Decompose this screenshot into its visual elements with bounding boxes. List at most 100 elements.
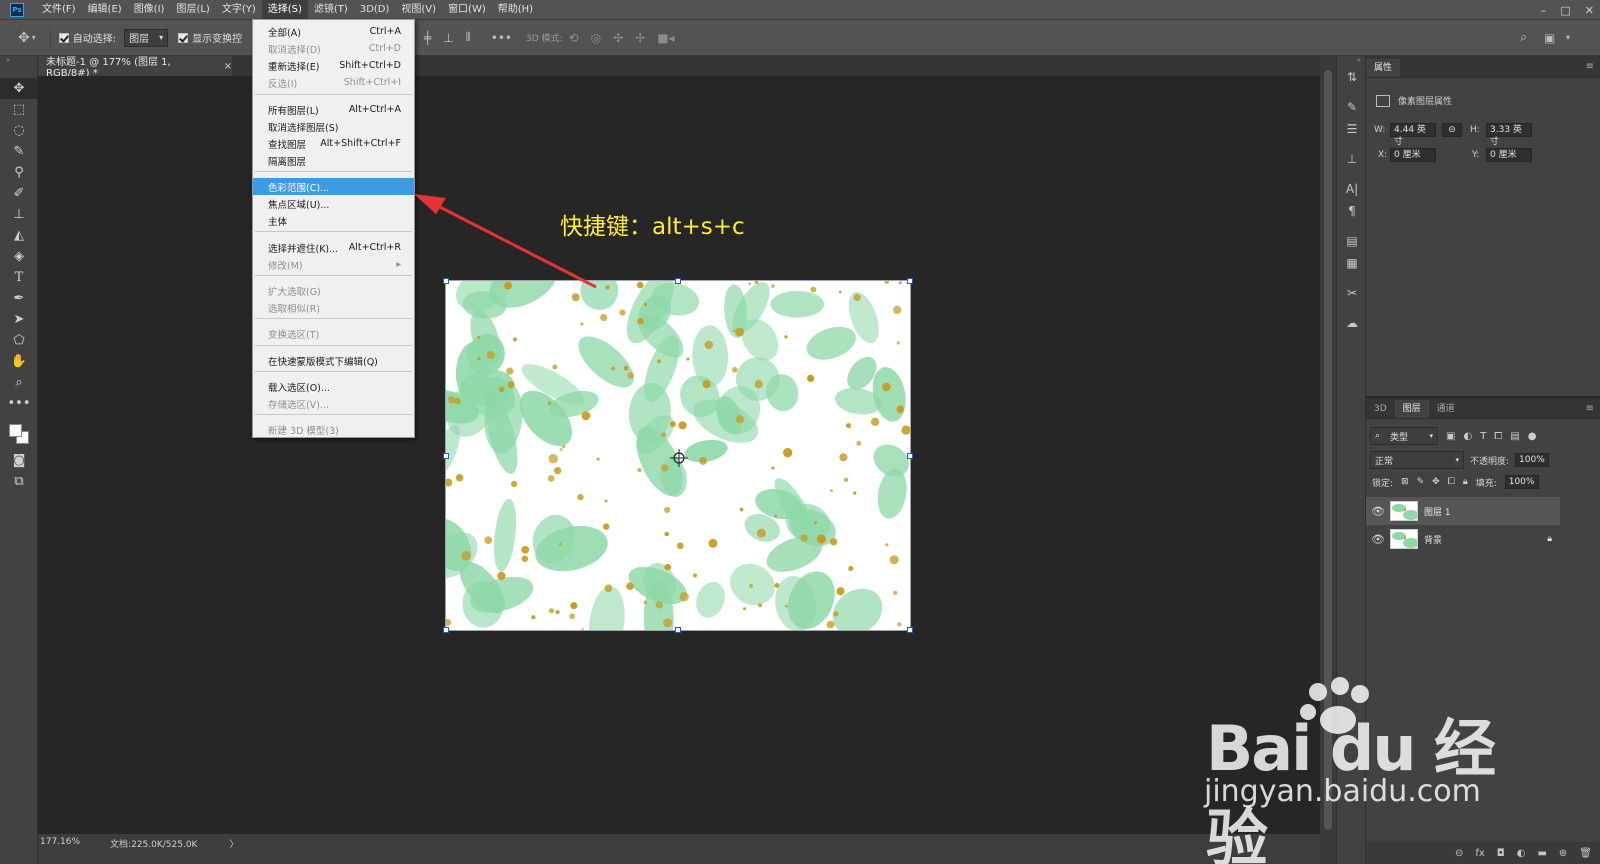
more-options-icon[interactable]: •••: [491, 31, 512, 45]
foreground-color[interactable]: [9, 424, 22, 437]
type-tool-icon[interactable]: T: [0, 267, 38, 288]
menu-item-19[interactable]: 新建 3D 模型(3): [253, 421, 414, 438]
fill-field[interactable]: 100%: [1504, 475, 1539, 489]
more-tools-icon[interactable]: •••: [0, 393, 38, 414]
chevron-down-icon[interactable]: ▾: [1566, 33, 1570, 42]
lock-pixels-icon[interactable]: ✎: [1417, 477, 1425, 487]
x-field[interactable]: 0 厘米: [1390, 148, 1436, 162]
zoom-tool-icon[interactable]: ⌕: [0, 372, 38, 393]
color-swatches[interactable]: [0, 414, 38, 450]
panel-menu-icon[interactable]: ≡: [1586, 403, 1594, 414]
distribute-icon[interactable]: ⫴: [466, 30, 471, 45]
new-layer-icon[interactable]: ⊕: [1559, 848, 1567, 859]
menu-item-12[interactable]: 修改(M) ▸: [253, 256, 414, 273]
show-transform-checkbox[interactable]: [178, 32, 189, 43]
tab-properties[interactable]: 属性: [1366, 59, 1401, 77]
menu-item[interactable]: 图层(L): [170, 0, 215, 20]
menu-item-5[interactable]: 取消选择图层(S): [253, 118, 414, 135]
panel-menu-icon[interactable]: ≡: [1586, 61, 1594, 72]
minimize-icon[interactable]: –: [1541, 4, 1547, 17]
menu-item-15[interactable]: 变换选区(T): [253, 325, 414, 342]
filter-smart-icon[interactable]: ▤: [1510, 431, 1519, 442]
path-select-tool-icon[interactable]: ➤: [0, 309, 38, 330]
collapse-icon[interactable]: «: [1337, 56, 1365, 66]
3d-orbit-icon[interactable]: ⟲: [569, 31, 579, 45]
brush-tool-icon[interactable]: ✐: [0, 183, 38, 204]
menu-item[interactable]: 编辑(E): [82, 0, 128, 20]
auto-select-checkbox[interactable]: [58, 32, 69, 43]
auto-select-option[interactable]: 自动选择:: [58, 30, 116, 45]
move-tool-icon[interactable]: ✥: [18, 30, 30, 46]
visibility-eye-icon[interactable]: 👁︎: [1366, 505, 1390, 518]
menu-item[interactable]: 文件(F): [36, 0, 82, 20]
menu-item-10[interactable]: 主体: [253, 212, 414, 229]
3d-camera-icon[interactable]: ■◂: [657, 31, 674, 45]
cloud-icon[interactable]: ☁: [1337, 312, 1367, 334]
document-tab[interactable]: 未标题-1 @ 177% (图层 1, RGB/8#) * ×: [38, 56, 232, 79]
menu-item-13[interactable]: 扩大选取(G): [253, 282, 414, 299]
menu-item-2[interactable]: 重新选择(E) Shift+Ctrl+D: [253, 57, 414, 74]
quick-select-tool-icon[interactable]: ✎: [0, 141, 38, 162]
lock-all-icon[interactable]: 🔒︎: [1463, 477, 1468, 487]
menu-item-6[interactable]: 查找图层 Alt+Shift+Ctrl+F: [253, 135, 414, 152]
filter-adjustment-icon[interactable]: ◐: [1463, 431, 1472, 442]
workspace-icon[interactable]: ▣: [1544, 31, 1555, 45]
tab-layers-2[interactable]: 通道: [1429, 400, 1463, 418]
filter-pixel-icon[interactable]: ▣: [1446, 431, 1455, 442]
3d-roll-icon[interactable]: ◎: [591, 31, 601, 45]
menu-item[interactable]: 窗口(W): [442, 0, 492, 20]
filter-shape-icon[interactable]: ⧠: [1494, 431, 1502, 442]
transform-handle[interactable]: [675, 278, 681, 284]
close-icon[interactable]: ✕: [1585, 4, 1594, 17]
menu-item[interactable]: 视图(V): [395, 0, 442, 20]
3d-slide-icon[interactable]: ✢: [635, 31, 645, 45]
align-bottom-icon[interactable]: ⊥: [443, 31, 453, 45]
3d-pan-icon[interactable]: ✣: [613, 31, 623, 45]
history-icon[interactable]: ⇅: [1337, 66, 1367, 88]
zoom-level[interactable]: 177.16%: [40, 837, 80, 847]
eraser-tool-icon[interactable]: ◭: [0, 225, 38, 246]
auto-select-dropdown[interactable]: 图层 ▾: [124, 28, 169, 47]
height-field[interactable]: 3.33 英寸: [1486, 123, 1532, 147]
reference-point-icon[interactable]: [670, 449, 688, 467]
layer-filter-dropdown[interactable]: ⌕ 类型 ▾: [1370, 427, 1438, 445]
transform-handle[interactable]: [443, 278, 449, 284]
close-tab-icon[interactable]: ×: [224, 61, 232, 72]
paint-bucket-tool-icon[interactable]: ◈: [0, 246, 38, 267]
layer-row[interactable]: 👁︎ 背景 🔒︎: [1366, 525, 1560, 553]
stamp-tool-icon[interactable]: ⊥: [0, 204, 38, 225]
menu-item-1[interactable]: 取消选择(D) Ctrl+D: [253, 40, 414, 57]
brush-settings-icon[interactable]: ✎: [1337, 96, 1367, 118]
search-icon[interactable]: ⌕: [1520, 30, 1527, 45]
menu-item[interactable]: 选择(S): [261, 0, 308, 20]
opacity-field[interactable]: 100%: [1515, 453, 1550, 467]
menu-item-17[interactable]: 载入选区(O)...: [253, 378, 414, 395]
layer-row[interactable]: 👁︎ 图层 1: [1366, 497, 1560, 525]
menu-item-8[interactable]: 色彩范围(C)...: [253, 178, 414, 195]
marquee-tool-icon[interactable]: ⬚: [0, 99, 38, 120]
menu-item-0[interactable]: 全部(A) Ctrl+A: [253, 23, 414, 40]
new-adjustment-icon[interactable]: ◐: [1517, 848, 1526, 859]
tab-layers-1[interactable]: 图层: [1394, 400, 1429, 418]
tool-presets-icon[interactable]: ✂: [1337, 282, 1367, 304]
status-menu-arrow-icon[interactable]: 〉: [229, 837, 238, 850]
link-icon[interactable]: ⊝: [1442, 123, 1462, 137]
menu-item-4[interactable]: 所有图层(L) Alt+Ctrl+A: [253, 101, 414, 118]
quick-mask-icon[interactable]: ◙: [0, 450, 38, 471]
menu-item-14[interactable]: 选取相似(R): [253, 299, 414, 316]
transform-handle[interactable]: [443, 627, 449, 633]
clone-source-icon[interactable]: ⊥: [1337, 148, 1367, 170]
character-icon[interactable]: A|: [1337, 178, 1367, 200]
menu-item-18[interactable]: 存储选区(V)...: [253, 395, 414, 412]
menu-item-3[interactable]: 反选(I) Shift+Ctrl+I: [253, 74, 414, 91]
new-group-icon[interactable]: ▬: [1537, 848, 1546, 859]
hand-tool-icon[interactable]: ✋: [0, 351, 38, 372]
menu-item-11[interactable]: 选择并遮住(K)... Alt+Ctrl+R: [253, 239, 414, 256]
libraries-icon[interactable]: ▤: [1337, 230, 1367, 252]
lock-artboard-icon[interactable]: ⧠: [1448, 477, 1455, 487]
transform-handle[interactable]: [675, 627, 681, 633]
maximize-icon[interactable]: □: [1560, 4, 1570, 17]
visibility-eye-icon[interactable]: 👁︎: [1366, 533, 1390, 546]
show-transform-option[interactable]: 显示变换控: [178, 30, 242, 45]
width-field[interactable]: 4.44 英寸: [1390, 123, 1436, 147]
